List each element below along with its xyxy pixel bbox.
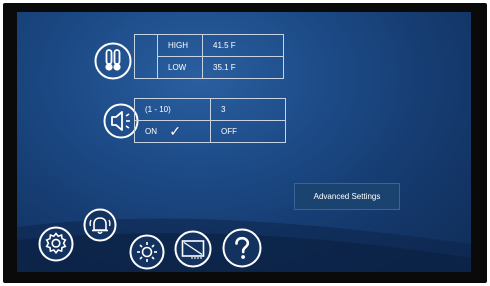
low-label: LOW xyxy=(157,56,203,79)
table-cell-blank xyxy=(134,34,158,79)
volume-table: (1 - 10) 3 ON ✓ OFF xyxy=(134,98,286,143)
thermometer-icon[interactable] xyxy=(94,42,132,80)
volume-level-value[interactable]: 3 xyxy=(210,98,286,121)
table-row: LOW 35.1 F xyxy=(135,56,284,79)
help-icon[interactable] xyxy=(222,228,262,268)
on-option[interactable]: ON ✓ xyxy=(134,120,211,143)
volume-range-label: (1 - 10) xyxy=(134,98,211,121)
low-value: 35.1 F xyxy=(202,56,284,79)
table-row: ON ✓ OFF xyxy=(134,120,286,143)
off-option[interactable]: OFF xyxy=(210,120,286,143)
display-icon[interactable] xyxy=(174,230,212,268)
advanced-settings-button[interactable]: Advanced Settings xyxy=(294,183,400,210)
temperature-table: HIGH 41.5 F LOW 35.1 F xyxy=(134,34,284,79)
high-label: HIGH xyxy=(157,34,203,57)
checkmark-icon: ✓ xyxy=(169,123,181,139)
settings-gear-icon[interactable] xyxy=(38,226,74,262)
table-row: (1 - 10) 3 xyxy=(134,98,286,121)
table-row: HIGH 41.5 F xyxy=(134,34,284,79)
brightness-icon[interactable] xyxy=(129,234,165,270)
on-label: ON xyxy=(145,127,157,136)
touch-screen: HIGH 41.5 F LOW 35.1 F (1 - 10) 3 ON ✓ O… xyxy=(17,12,471,272)
high-value: 41.5 F xyxy=(202,34,284,57)
alarm-bell-icon[interactable] xyxy=(83,208,117,242)
